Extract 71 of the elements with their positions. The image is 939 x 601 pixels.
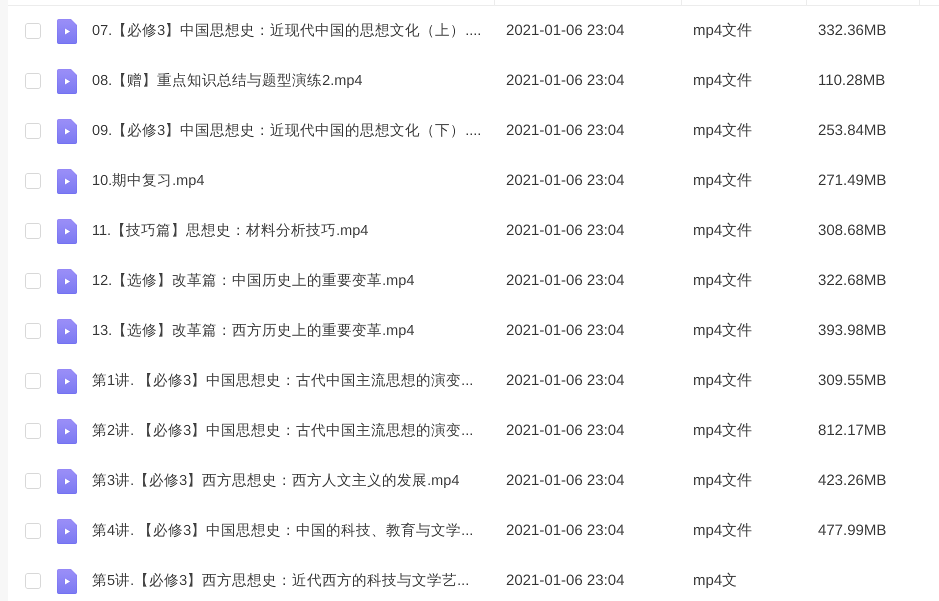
file-name[interactable]: 第3讲.【必修3】西方思想史：西方人文主义的发展.mp4	[92, 472, 460, 489]
file-type: mp4文件	[693, 472, 752, 489]
modified-date: 2021-01-06 23:04	[506, 372, 624, 389]
video-file-icon	[57, 518, 77, 544]
file-name[interactable]: 13.【选修】改革篇：西方历史上的重要变革.mp4	[92, 322, 414, 339]
checkbox[interactable]	[25, 573, 41, 589]
modified-date: 2021-01-06 23:04	[506, 22, 624, 39]
checkbox[interactable]	[25, 173, 41, 189]
file-name[interactable]: 第5讲.【必修3】西方思想史：近代西方的科技与文学艺...	[92, 572, 470, 589]
file-name[interactable]: 第1讲. 【必修3】中国思想史：古代中国主流思想的演变...	[92, 372, 474, 389]
checkbox[interactable]	[25, 273, 41, 289]
video-file-icon	[57, 18, 77, 44]
modified-date: 2021-01-06 23:04	[506, 222, 624, 239]
file-size: 308.68MB	[818, 220, 886, 241]
file-type: mp4文件	[693, 22, 752, 39]
checkbox[interactable]	[25, 473, 41, 489]
file-type: mp4文件	[693, 422, 752, 439]
file-name[interactable]: 12.【选修】改革篇：中国历史上的重要变革.mp4	[92, 272, 414, 289]
file-size: 812.17MB	[818, 420, 886, 441]
file-type: mp4文件	[693, 172, 752, 189]
checkbox[interactable]	[25, 423, 41, 439]
video-file-icon	[57, 218, 77, 244]
file-size: 309.55MB	[818, 370, 886, 391]
modified-date: 2021-01-06 23:04	[506, 322, 624, 339]
file-type: mp4文件	[693, 72, 752, 89]
video-file-icon	[57, 368, 77, 394]
file-size: 271.49MB	[818, 170, 886, 191]
modified-date: 2021-01-06 23:04	[506, 122, 624, 139]
file-type: mp4文件	[693, 122, 752, 139]
file-type: mp4文件	[693, 222, 752, 239]
video-file-icon	[57, 118, 77, 144]
video-file-icon	[57, 418, 77, 444]
modified-date: 2021-01-06 23:04	[506, 522, 624, 539]
checkbox[interactable]	[25, 523, 41, 539]
video-file-icon	[57, 318, 77, 344]
modified-date: 2021-01-06 23:04	[506, 72, 624, 89]
file-size: 322.68MB	[818, 270, 886, 291]
modified-date: 2021-01-06 23:04	[506, 572, 624, 589]
file-name[interactable]: 第4讲. 【必修3】中国思想史：中国的科技、教育与文学...	[92, 522, 474, 539]
video-file-icon	[57, 68, 77, 94]
file-name[interactable]: 第2讲. 【必修3】中国思想史：古代中国主流思想的演变...	[92, 422, 474, 439]
file-name[interactable]: 09.【必修3】中国思想史：近现代中国的思想文化（下）....	[92, 122, 482, 139]
modified-date: 2021-01-06 23:04	[506, 272, 624, 289]
file-name[interactable]: 10.期中复习.mp4	[92, 172, 204, 189]
modified-date: 2021-01-06 23:04	[506, 422, 624, 439]
checkbox[interactable]	[25, 23, 41, 39]
file-size: 110.28MB	[818, 70, 886, 91]
file-size: 253.84MB	[818, 120, 886, 141]
file-type: mp4文	[693, 572, 738, 589]
video-file-icon	[57, 268, 77, 294]
file-type: mp4文件	[693, 272, 752, 289]
checkbox[interactable]	[25, 323, 41, 339]
checkbox[interactable]	[25, 123, 41, 139]
video-file-icon	[57, 468, 77, 494]
file-size: 477.99MB	[818, 520, 886, 541]
file-size: 393.98MB	[818, 320, 886, 341]
file-size: 423.26MB	[818, 470, 886, 491]
checkbox[interactable]	[25, 73, 41, 89]
file-type: mp4文件	[693, 522, 752, 539]
file-type: mp4文件	[693, 372, 752, 389]
file-type: mp4文件	[693, 322, 752, 339]
video-file-icon	[57, 168, 77, 194]
modified-date: 2021-01-06 23:04	[506, 172, 624, 189]
modified-date: 2021-01-06 23:04	[506, 472, 624, 489]
file-name[interactable]: 08.【赠】重点知识总结与题型演练2.mp4	[92, 72, 362, 89]
checkbox[interactable]	[25, 223, 41, 239]
video-file-icon	[57, 568, 77, 594]
checkbox[interactable]	[25, 373, 41, 389]
file-size: 332.36MB	[818, 20, 886, 41]
file-name[interactable]: 07.【必修3】中国思想史：近现代中国的思想文化（上）....	[92, 22, 482, 39]
file-name[interactable]: 11.【技巧篇】思想史：材料分析技巧.mp4	[92, 222, 368, 239]
